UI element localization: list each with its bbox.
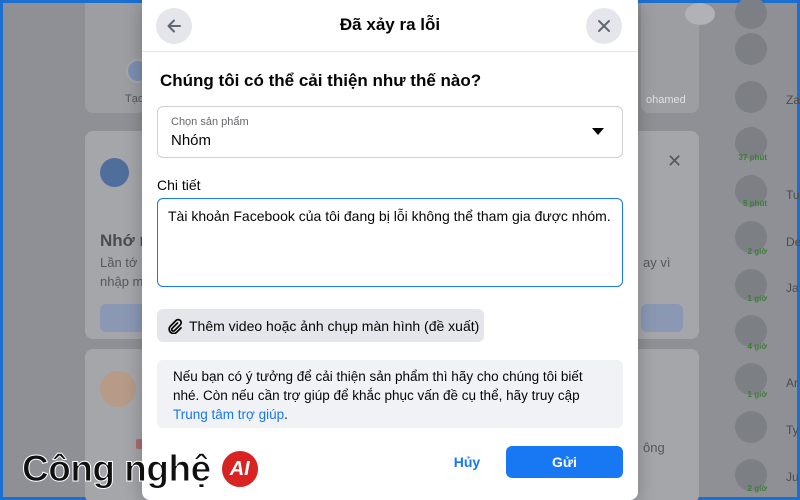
dialog-header: Đã xảy ra lỗi (142, 0, 638, 52)
card-line-1: Lần tớ (100, 255, 138, 270)
report-problem-dialog: Đã xảy ra lỗi Chúng tôi có thể cải thiện… (142, 0, 638, 500)
contact-time: 5 phút (743, 199, 767, 208)
contact-avatar (735, 81, 767, 113)
send-button[interactable]: Gửi (506, 446, 623, 478)
add-attachment-label: Thêm video hoặc ảnh chụp màn hình (đề xu… (189, 317, 480, 334)
card-side-text: ay vì (643, 255, 671, 270)
contact-name: Za (786, 93, 800, 107)
close-icon (598, 20, 610, 32)
close-button[interactable] (586, 8, 622, 44)
card-line-2: nhập m (100, 274, 144, 289)
facebook-logo-icon (100, 158, 129, 187)
contact-time: 1 giờ (747, 294, 767, 303)
dialog-title: Đã xảy ra lỗi (339, 15, 441, 34)
info-notice: Nếu bạn có ý tưởng để cải thiện sản phẩm… (157, 360, 623, 428)
question-heading: Chúng tôi có thể cải thiện như thế nào? (160, 71, 482, 90)
contact-avatar (735, 411, 767, 443)
details-label: Chi tiết (157, 177, 201, 193)
paperclip-icon (168, 318, 183, 334)
product-select-value: Nhóm (171, 132, 212, 149)
card-button (100, 304, 145, 332)
contact-name: Tu (786, 188, 800, 202)
contact-time: 4 giờ (747, 342, 767, 351)
next-arrow-icon (685, 3, 715, 25)
contact-time: 2 giờ (747, 484, 767, 493)
product-select[interactable]: Chọn sản phẩm Nhóm (157, 106, 623, 158)
card-button-right (641, 304, 683, 332)
card-close-icon: ✕ (667, 151, 683, 171)
card2-side-text: ông (643, 440, 665, 455)
cancel-button[interactable]: Hủy (432, 446, 502, 478)
contact-time: 37 phút (738, 153, 767, 162)
caret-down-icon (592, 128, 604, 135)
contact-time: 2 giờ (747, 247, 767, 256)
info-end: . (284, 407, 288, 422)
product-select-label: Chọn sản phẩm (171, 116, 249, 128)
contact-name: Ja (786, 281, 799, 295)
watermark-text: Công nghệ (22, 448, 212, 490)
watermark-logo: AI (218, 448, 261, 490)
contact-name: De (786, 235, 800, 249)
avatar (100, 371, 136, 407)
info-text: Nếu bạn có ý tưởng để cải thiện sản phẩm… (173, 369, 583, 403)
contact-avatar (735, 0, 767, 29)
contact-avatar (735, 33, 767, 65)
contact-name: Ty (786, 423, 799, 437)
watermark: Công nghệ AI (22, 448, 261, 490)
story-name: ohamed (646, 94, 686, 106)
contact-name: Ju (786, 470, 799, 484)
details-textarea[interactable]: Tài khoản Facebook của tôi đang bị lỗi k… (157, 198, 623, 287)
help-center-link[interactable]: Trung tâm trợ giúp (173, 407, 284, 422)
contact-name: Ar (786, 376, 798, 390)
add-attachment-button[interactable]: Thêm video hoặc ảnh chụp màn hình (đề xu… (157, 309, 484, 342)
contact-time: 1 giờ (747, 390, 767, 399)
